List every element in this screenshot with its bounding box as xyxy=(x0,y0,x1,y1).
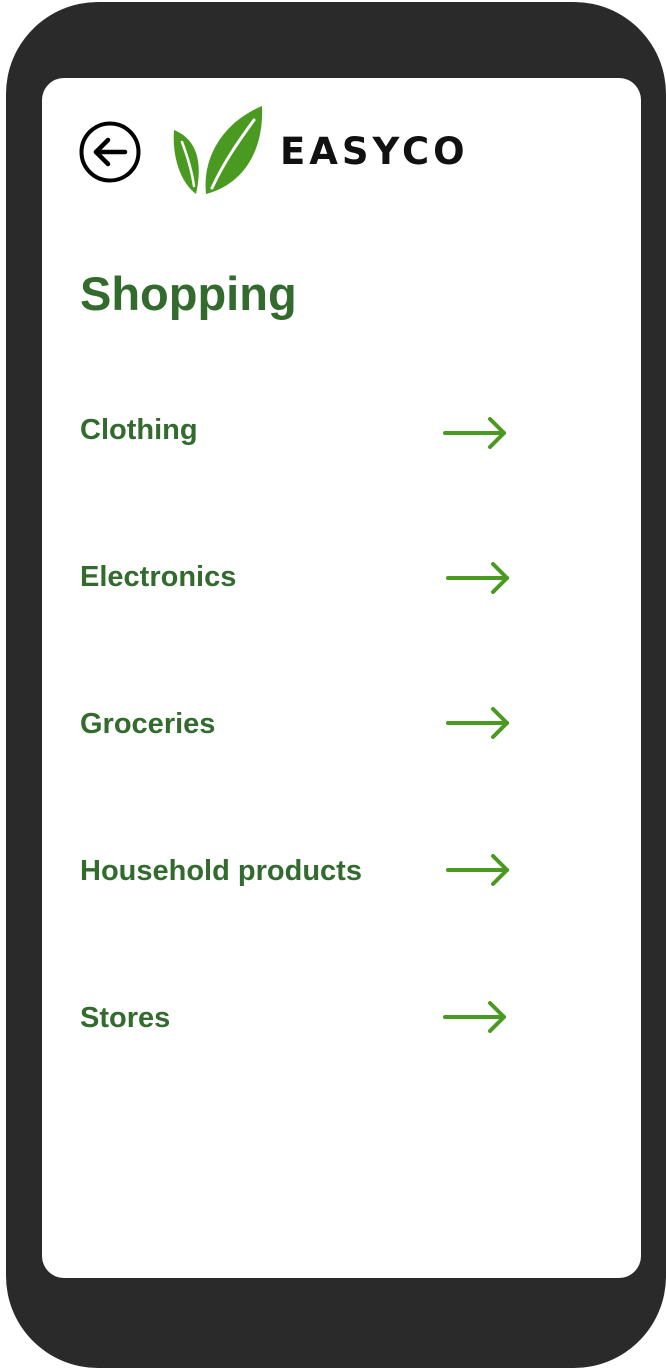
brand-logo: EASYCO xyxy=(172,106,469,196)
back-button[interactable] xyxy=(79,121,141,183)
menu-item-groceries[interactable]: Groceries xyxy=(42,692,641,839)
menu-item-household-products[interactable]: Household products xyxy=(42,839,641,986)
app-header: EASYCO xyxy=(42,78,641,218)
phone-frame: EASYCO Shopping Clothing Electronics Gro… xyxy=(6,2,666,1368)
menu-item-label: Electronics xyxy=(80,561,237,593)
menu-item-stores[interactable]: Stores xyxy=(42,986,641,1133)
shopping-menu: Clothing Electronics Groceries Household… xyxy=(42,398,641,1133)
menu-item-electronics[interactable]: Electronics xyxy=(42,545,641,692)
page-title: Shopping xyxy=(80,267,297,320)
volume-up-button xyxy=(6,245,14,330)
arrow-right-icon xyxy=(446,561,512,595)
menu-item-label: Groceries xyxy=(80,708,216,740)
arrow-right-icon xyxy=(443,416,509,450)
arrow-right-icon xyxy=(446,706,512,740)
menu-item-label: Clothing xyxy=(80,414,198,446)
menu-item-label: Stores xyxy=(80,1002,171,1034)
menu-item-label: Household products xyxy=(80,855,362,887)
volume-down-button xyxy=(6,359,14,444)
arrow-right-icon xyxy=(446,853,512,887)
menu-item-clothing[interactable]: Clothing xyxy=(42,398,641,545)
brand-name: EASYCO xyxy=(280,129,469,173)
arrow-left-circle-icon xyxy=(79,121,141,183)
app-screen: EASYCO Shopping Clothing Electronics Gro… xyxy=(42,78,641,1278)
leaf-logo-icon xyxy=(172,106,264,196)
arrow-right-icon xyxy=(443,1000,509,1034)
